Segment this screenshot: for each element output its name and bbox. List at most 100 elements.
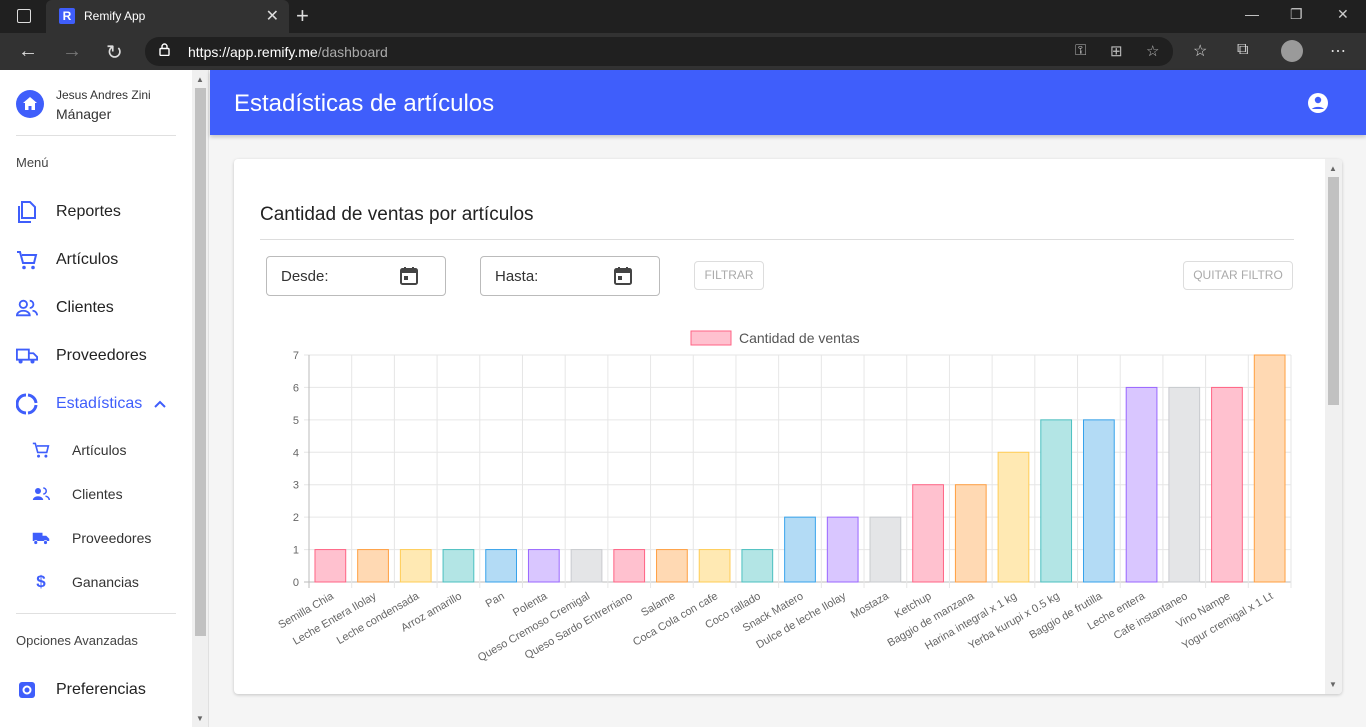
- calendar-icon[interactable]: [399, 266, 419, 286]
- y-tick-label: 3: [293, 480, 299, 492]
- home-icon[interactable]: [16, 90, 44, 118]
- bar: [741, 549, 774, 583]
- favorites-icon[interactable]: ☆: [1193, 41, 1207, 61]
- to-date-field[interactable]: Hasta:: [480, 256, 660, 296]
- subnav-item-clientes[interactable]: Clientes: [32, 484, 123, 504]
- account-icon[interactable]: [1307, 92, 1329, 114]
- back-icon[interactable]: ←: [18, 40, 38, 63]
- subnav-item-proveedores[interactable]: Proveedores: [32, 528, 151, 548]
- bar: [527, 549, 560, 583]
- bar: [826, 516, 859, 583]
- bar: [485, 549, 518, 583]
- sidebar-item-label: Reportes: [56, 203, 121, 220]
- legend-swatch: [690, 330, 732, 346]
- bar: [1168, 386, 1201, 583]
- people-icon: [32, 485, 50, 503]
- more-icon[interactable]: ⋯: [1330, 41, 1346, 61]
- divider: [16, 613, 176, 614]
- subnav-item-label: Proveedores: [72, 530, 152, 546]
- divider: [260, 239, 1294, 240]
- bar: [613, 549, 646, 583]
- subnav-item-label: Ganancias: [72, 574, 139, 590]
- people-icon: [16, 297, 38, 319]
- favorite-add-icon[interactable]: ☆: [1146, 42, 1159, 60]
- bar: [869, 516, 902, 583]
- bar: [314, 549, 347, 583]
- menu-section-title: Menú: [16, 155, 49, 170]
- sidebar-item-articulos[interactable]: Artículos: [16, 248, 118, 272]
- dollar-icon: $: [36, 572, 46, 591]
- truck-icon: [32, 529, 50, 547]
- sidebar-item-preferencias[interactable]: Preferencias: [16, 678, 146, 702]
- file-copy-icon: [16, 201, 38, 223]
- bar: [656, 549, 688, 583]
- bar: [912, 484, 944, 583]
- window-close-icon[interactable]: ✕: [1337, 6, 1349, 23]
- sales-bar-chart: 01234567Semilla ChiaLeche Entera IlolayL…: [276, 330, 1292, 664]
- card-scrollbar[interactable]: ▲ ▼: [1325, 159, 1342, 694]
- subnav-item-label: Artículos: [72, 442, 127, 458]
- sidebar-item-label: Artículos: [56, 251, 119, 268]
- collections-icon[interactable]: ⧉: [1237, 41, 1248, 59]
- browser-tab[interactable]: R Remify App ✕: [46, 0, 289, 33]
- legend-label: Cantidad de ventas: [739, 330, 860, 346]
- profile-avatar[interactable]: [1281, 40, 1303, 62]
- sidebar-item-proveedores[interactable]: Proveedores: [16, 344, 147, 368]
- x-tick-label: Mostaza: [849, 590, 892, 622]
- scrollbar-thumb[interactable]: [1328, 177, 1339, 405]
- address-bar[interactable]: https://app.remify.me/dashboard ⚿ ⊞ ☆: [145, 37, 1173, 66]
- subnav-item-articulos[interactable]: Artículos: [32, 440, 126, 460]
- lock-icon: [159, 43, 170, 56]
- y-tick-label: 2: [293, 512, 299, 524]
- bar: [1253, 354, 1286, 583]
- sidebar-item-reportes[interactable]: Reportes: [16, 200, 121, 224]
- reload-icon[interactable]: ↻: [106, 40, 123, 65]
- y-tick-label: 5: [293, 415, 299, 427]
- bar: [1211, 386, 1243, 583]
- subnav-item-label: Clientes: [72, 486, 123, 502]
- bar: [954, 484, 987, 583]
- from-date-label: Desde:: [281, 268, 329, 285]
- subnav-item-ganancias[interactable]: $ Ganancias: [32, 572, 139, 592]
- sidebar-item-estadisticas[interactable]: Estadísticas: [16, 392, 166, 416]
- calendar-icon[interactable]: [613, 266, 633, 286]
- app-header: Estadísticas de artículos: [210, 70, 1366, 135]
- filter-button[interactable]: FILTRAR: [694, 261, 764, 290]
- forward-icon[interactable]: →: [62, 40, 82, 63]
- cart-icon: [16, 249, 38, 271]
- new-tab-icon[interactable]: +: [296, 3, 309, 29]
- cart-icon: [32, 441, 50, 459]
- clear-filter-button[interactable]: QUITAR FILTRO: [1183, 261, 1293, 290]
- apps-icon[interactable]: ⊞: [1110, 42, 1123, 60]
- statistics-card: Cantidad de ventas por artículos Desde: …: [234, 159, 1342, 694]
- scrollbar-thumb[interactable]: [195, 88, 206, 636]
- key-icon[interactable]: ⚿: [1075, 42, 1086, 59]
- y-tick-label: 1: [293, 545, 299, 557]
- sidebar-item-label: Proveedores: [56, 347, 147, 364]
- app-favicon-icon: R: [59, 8, 75, 24]
- x-tick-label: Cafe instantaneo: [1112, 590, 1190, 642]
- bar: [784, 516, 816, 583]
- browser-tab-bar: R Remify App ✕ + — ❐ ✕: [0, 0, 1366, 33]
- sidebar-scrollbar[interactable]: ▲ ▼: [192, 70, 209, 727]
- tab-close-icon[interactable]: ✕: [266, 6, 279, 26]
- restore-icon[interactable]: ❐: [1290, 6, 1303, 23]
- tab-actions-icon[interactable]: [17, 9, 31, 23]
- bar: [570, 549, 603, 583]
- sidebar-item-label: Preferencias: [56, 681, 146, 698]
- bar: [1082, 419, 1115, 583]
- minimize-icon[interactable]: —: [1245, 6, 1259, 22]
- from-date-field[interactable]: Desde:: [266, 256, 446, 296]
- url-text: https://app.remify.me/dashboard: [188, 44, 388, 60]
- chevron-up-icon[interactable]: [154, 395, 166, 413]
- bar: [698, 549, 731, 583]
- card-title: Cantidad de ventas por artículos: [260, 204, 534, 225]
- sidebar-item-clientes[interactable]: Clientes: [16, 296, 114, 320]
- to-date-label: Hasta:: [495, 268, 539, 285]
- bar: [1125, 386, 1158, 583]
- user-name: Jesus Andres Zini: [56, 88, 151, 102]
- browser-toolbar: ← → ↻ https://app.remify.me/dashboard ⚿ …: [0, 33, 1366, 70]
- y-tick-label: 7: [293, 350, 299, 362]
- page-title: Estadísticas de artículos: [234, 90, 495, 117]
- sidebar: Jesus Andres Zini Mánager Menú Reportes …: [0, 70, 192, 727]
